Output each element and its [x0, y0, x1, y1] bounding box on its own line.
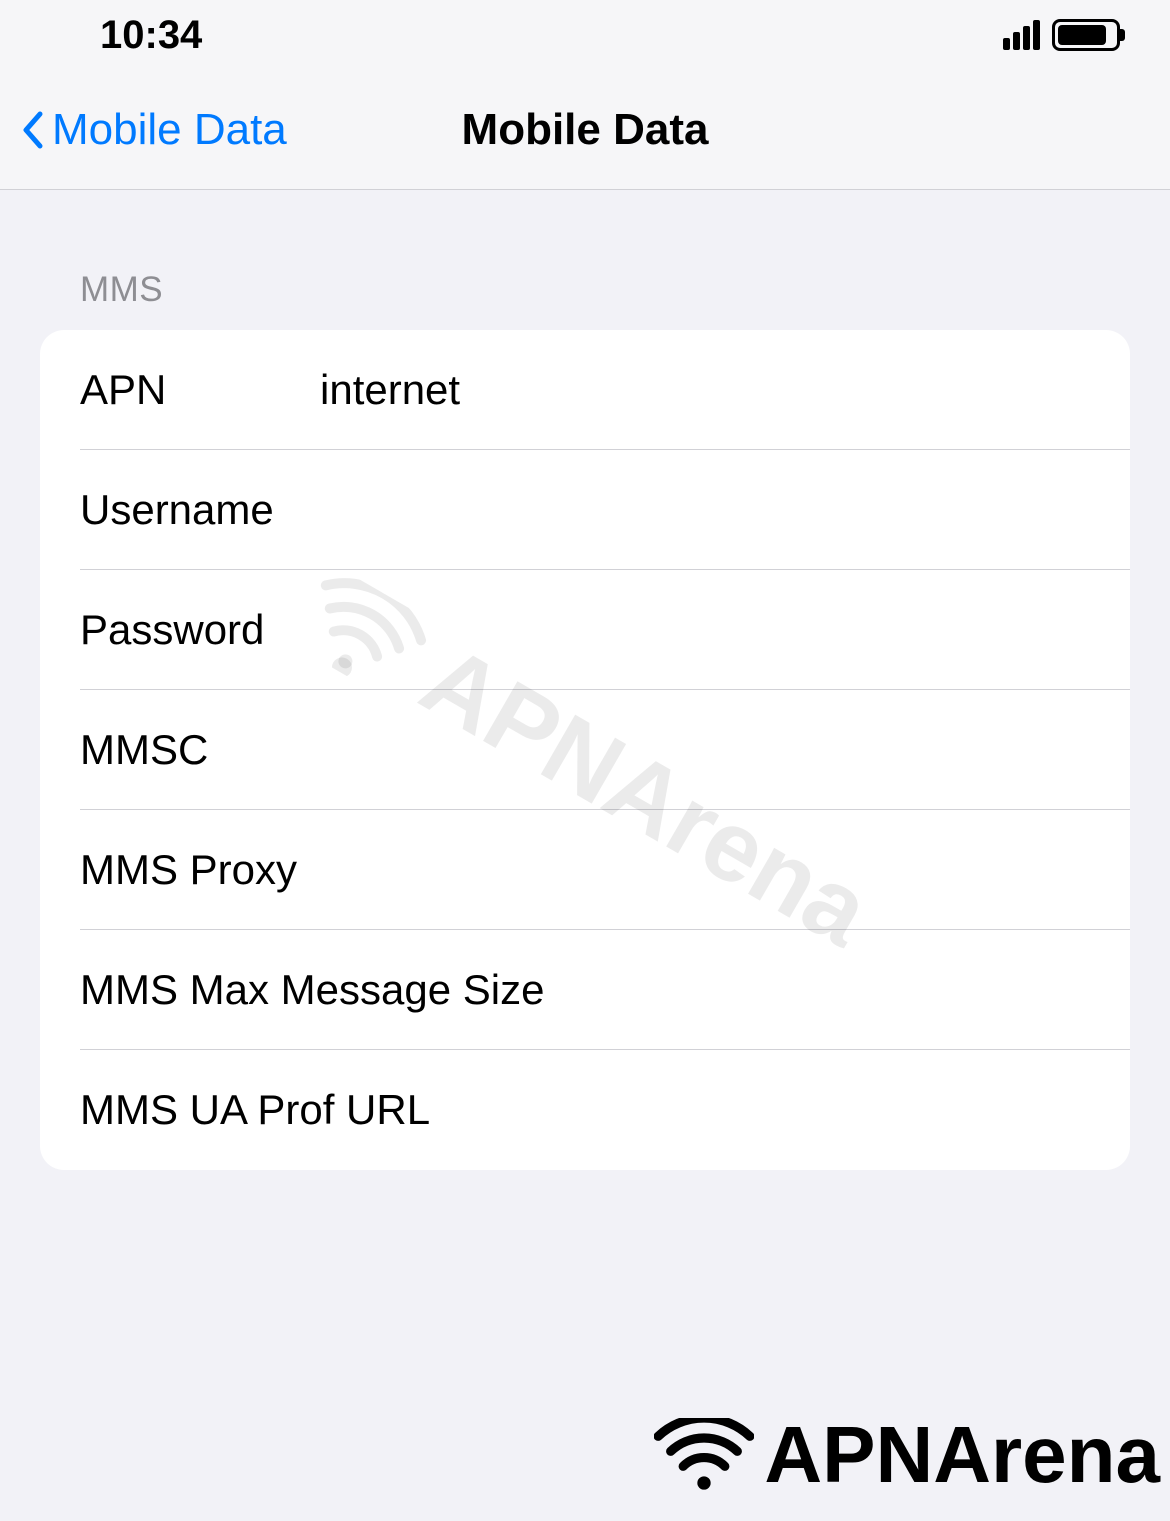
- watermark-text: APNArena: [764, 1409, 1160, 1501]
- row-label: MMS Max Message Size: [80, 966, 544, 1014]
- status-time: 10:34: [100, 13, 202, 58]
- username-input[interactable]: [320, 486, 1090, 534]
- mms-ua-prof-url-input[interactable]: [430, 1086, 1090, 1134]
- row-mms-ua-prof-url[interactable]: MMS UA Prof URL: [40, 1050, 1130, 1170]
- row-label: MMSC: [80, 726, 320, 774]
- watermark-bottom: APNArena: [654, 1409, 1160, 1501]
- row-mms-proxy[interactable]: MMS Proxy: [40, 810, 1130, 930]
- wifi-icon: [654, 1418, 754, 1493]
- section-header-mms: MMS: [40, 190, 1130, 330]
- row-label: APN: [80, 366, 320, 414]
- settings-group: APN Username Password MMSC MMS Proxy MMS…: [40, 330, 1130, 1170]
- apn-input[interactable]: [320, 366, 1090, 414]
- row-mms-max-size[interactable]: MMS Max Message Size: [40, 930, 1130, 1050]
- battery-icon: [1052, 19, 1120, 51]
- back-button[interactable]: Mobile Data: [20, 105, 287, 155]
- row-password[interactable]: Password: [40, 570, 1130, 690]
- password-input[interactable]: [320, 606, 1090, 654]
- status-icons: [1003, 19, 1120, 51]
- page-title: Mobile Data: [462, 105, 709, 155]
- back-label: Mobile Data: [52, 105, 287, 155]
- content-area: MMS APN Username Password MMSC MMS Proxy: [0, 190, 1170, 1170]
- mms-max-size-input[interactable]: [544, 966, 1090, 1014]
- row-label: Password: [80, 606, 320, 654]
- row-label: Username: [80, 486, 320, 534]
- row-apn[interactable]: APN: [40, 330, 1130, 450]
- status-bar: 10:34: [0, 0, 1170, 70]
- row-mmsc[interactable]: MMSC: [40, 690, 1130, 810]
- chevron-left-icon: [20, 110, 44, 150]
- cellular-signal-icon: [1003, 20, 1040, 50]
- mmsc-input[interactable]: [320, 726, 1090, 774]
- mms-proxy-input[interactable]: [297, 846, 1090, 894]
- row-username[interactable]: Username: [40, 450, 1130, 570]
- row-label: MMS UA Prof URL: [80, 1086, 430, 1134]
- navigation-bar: Mobile Data Mobile Data: [0, 70, 1170, 190]
- row-label: MMS Proxy: [80, 846, 297, 894]
